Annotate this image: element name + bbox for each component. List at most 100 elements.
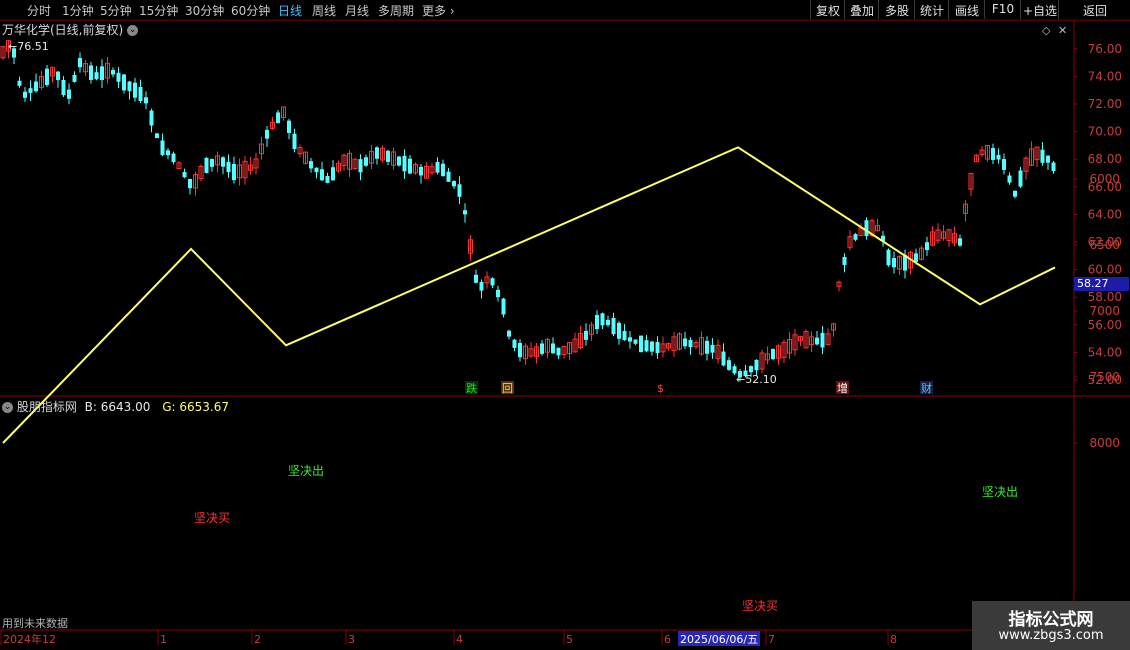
candle-body — [138, 86, 143, 101]
candle-body — [655, 341, 660, 354]
x-tick-label: 1 — [160, 633, 167, 646]
candle-body — [89, 65, 93, 80]
x-tick-label: 5 — [566, 633, 573, 646]
candle-body — [556, 347, 561, 356]
chevron-down-icon[interactable]: ⌄ — [127, 25, 139, 36]
candle-body — [155, 133, 159, 139]
candle-body — [61, 79, 66, 96]
candle-body — [265, 129, 269, 139]
candle-body — [958, 238, 962, 246]
candle-body — [886, 249, 891, 266]
candle-body — [820, 332, 825, 348]
candle-body — [204, 157, 209, 173]
candle-body — [314, 167, 319, 173]
candle-body — [419, 166, 423, 176]
candle-body — [232, 164, 236, 181]
candle-body — [705, 340, 709, 354]
candle-body — [754, 359, 759, 371]
candle-body — [474, 274, 478, 283]
x-tick-label: 2024年12 — [3, 632, 56, 646]
candle-body — [331, 167, 335, 181]
candle-body — [1018, 170, 1023, 187]
indicator-name: 股朋指标网 — [16, 400, 77, 414]
candle-body — [650, 341, 654, 352]
candle-body — [551, 343, 555, 354]
date-cursor-label: 2025/06/06/五 — [680, 633, 758, 646]
candle-body — [309, 161, 313, 169]
candle-body — [292, 133, 297, 150]
candle-body — [639, 335, 643, 353]
candle-body — [72, 74, 77, 82]
candle-body — [116, 72, 121, 82]
x-tick-label: 2 — [254, 633, 261, 646]
ind-tick-label: 6000 — [1089, 172, 1120, 186]
candle-body — [584, 330, 588, 340]
candle-body — [892, 258, 896, 268]
candle-body — [496, 289, 500, 298]
candle-body — [914, 253, 918, 262]
candle-body — [386, 150, 390, 162]
candle-body — [1013, 190, 1017, 197]
candle-body — [358, 159, 363, 173]
candle-body — [166, 150, 170, 156]
candle-body — [94, 72, 99, 80]
candle-body — [853, 234, 858, 240]
candle-body — [490, 278, 495, 286]
x-tick-label: 3 — [348, 633, 355, 646]
chevron-down-icon[interactable]: ⌄ — [2, 402, 13, 413]
x-tick-label: 6 — [664, 633, 671, 646]
indicator-annotation: 坚决买 — [194, 511, 230, 525]
candle-body — [721, 351, 726, 366]
candle-body — [45, 68, 49, 86]
y-tick-label: 72.00 — [1088, 97, 1122, 111]
watermark-url: www.zbgs3.com — [998, 628, 1104, 643]
ind-tick-label: 7500 — [1089, 370, 1120, 384]
event-marker: 跌 — [466, 381, 477, 395]
chart-canvas[interactable]: 76.0074.0072.0070.0068.0066.0064.0062.00… — [0, 0, 1130, 650]
candle-body — [111, 70, 115, 75]
candle-body — [188, 178, 192, 189]
candle-body — [23, 91, 27, 98]
candle-body — [595, 315, 599, 330]
candle-body — [435, 161, 440, 173]
y-tick-label: 74.00 — [1088, 69, 1122, 83]
candle-body — [622, 331, 627, 341]
candle-body — [688, 339, 693, 348]
candle-body — [17, 80, 22, 86]
candle-body — [540, 343, 544, 354]
x-tick-label: 8 — [890, 633, 897, 646]
indicator-annotation: 坚决买 — [742, 599, 778, 613]
y-tick-label: 76.00 — [1088, 42, 1122, 56]
candle-body — [276, 112, 280, 124]
future-data-note: 用到未来数据 — [2, 617, 68, 630]
candle-body — [441, 163, 445, 177]
current-price-tag: 58.27 — [1074, 277, 1129, 291]
x-tick-label: 7 — [768, 633, 775, 646]
candle-body — [67, 89, 71, 99]
y-tick-label: 64.00 — [1088, 207, 1122, 221]
candle-body — [325, 176, 330, 183]
candle-body — [210, 158, 214, 167]
candle-body — [34, 81, 38, 92]
candle-body — [149, 110, 154, 126]
candle-body — [628, 337, 632, 342]
event-marker: 回 — [502, 382, 513, 395]
candle-body — [606, 319, 610, 326]
y-tick-label: 56.00 — [1088, 318, 1122, 332]
candle-body — [397, 156, 401, 166]
site-watermark: 指标公式网 www.zbgs3.com — [972, 601, 1130, 650]
candle-body — [1046, 155, 1050, 163]
candle-body — [925, 242, 929, 251]
candle-body — [479, 281, 484, 291]
candle-body — [611, 317, 616, 335]
candle-body — [600, 313, 605, 326]
candle-body — [408, 158, 412, 174]
stock-title: 万华化学(日线,前复权) — [2, 23, 124, 37]
candle-body — [160, 140, 165, 155]
candle-body — [287, 120, 291, 133]
indicator-annotation: 坚决出 — [288, 464, 324, 478]
indicator-b-value: B: 6643.00 — [84, 400, 151, 414]
candle-body — [1040, 149, 1045, 163]
candle-body — [501, 298, 506, 315]
candle-body — [463, 210, 467, 215]
